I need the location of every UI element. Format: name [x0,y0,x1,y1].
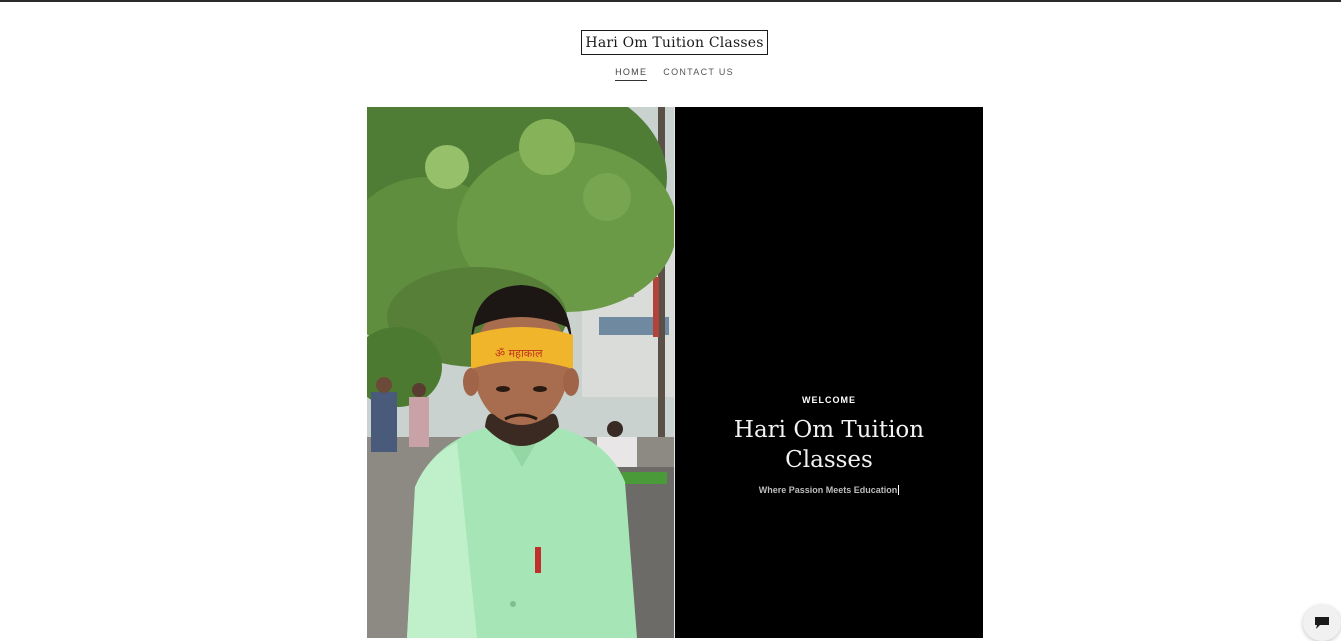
hero-title: Hari Om Tuition Classes [733,417,925,473]
top-border [0,0,1341,2]
hero-text-content: WELCOME Hari Om Tuition Classes Where Pa… [675,395,983,498]
svg-text:ॐ महाकाल: ॐ महाकाल [495,347,543,360]
nav-item-home[interactable]: HOME [615,67,648,81]
main-navigation: HOME CONTACT US [0,67,1341,81]
hero-tagline[interactable]: Where Passion Meets Education [759,485,900,495]
hero-photo-illustration: ॐ महाकाल [367,107,674,638]
chat-bubble-icon [1315,617,1329,629]
hero-section: ॐ महाकाल WELCOME Hari Om Tuition Classes… [367,107,983,638]
chat-button[interactable] [1303,605,1341,641]
hero-eyebrow: WELCOME [802,395,856,405]
site-logo[interactable]: Hari Om Tuition Classes [581,30,768,55]
nav-item-contact-us[interactable]: CONTACT US [663,67,734,81]
hero-text-panel: WELCOME Hari Om Tuition Classes Where Pa… [675,107,983,638]
hero-photo: ॐ महाकाल [367,107,674,638]
site-logo-text: Hari Om Tuition Classes [585,34,764,51]
